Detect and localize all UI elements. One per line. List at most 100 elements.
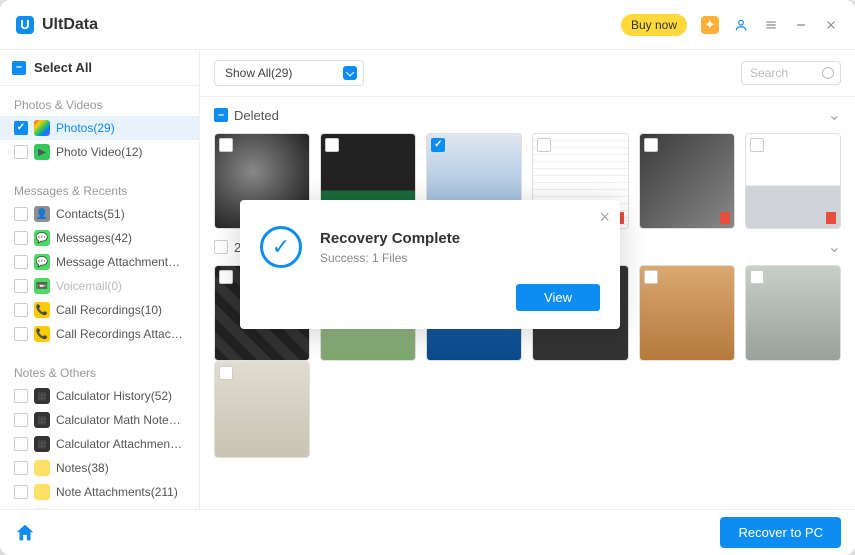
category-icon	[34, 484, 50, 500]
thumbnail-checkbox[interactable]	[219, 366, 233, 380]
thumbnail[interactable]	[745, 133, 841, 229]
titlebar-actions: Buy now ✦	[621, 14, 839, 36]
recovery-complete-dialog: × ✓ Recovery Complete Success: 1 Files V…	[240, 200, 620, 329]
category-icon: 📞	[34, 326, 50, 342]
select-all-label: Select All	[34, 60, 92, 75]
sidebar-item[interactable]: Note Attachments(211)	[0, 480, 199, 504]
sidebar-item-checkbox[interactable]	[14, 327, 28, 341]
thumbnail-checkbox[interactable]	[325, 138, 339, 152]
sidebar-item-label: Calculator Attachments(30)	[56, 437, 185, 451]
sidebar-item-checkbox[interactable]	[14, 485, 28, 499]
thumbnail-checkbox[interactable]	[644, 138, 658, 152]
close-button[interactable]	[823, 17, 839, 33]
sidebar-item-checkbox[interactable]	[14, 303, 28, 317]
category-icon: 💬	[34, 230, 50, 246]
category-icon: ▦	[34, 436, 50, 452]
dialog-close-button[interactable]: ×	[599, 208, 610, 226]
sidebar-item[interactable]: 👤 Contacts(51)	[0, 202, 199, 226]
thumbnail-checkbox[interactable]	[750, 138, 764, 152]
sidebar-item-label: Call Recordings Attachment...	[56, 327, 185, 341]
category-icon: 💬	[34, 254, 50, 270]
sidebar-item-label: Message Attachments(16)	[56, 255, 185, 269]
thumbnail-checkbox[interactable]	[537, 138, 551, 152]
sidebar-item-checkbox[interactable]	[14, 145, 28, 159]
chevron-down-icon[interactable]: ⌄	[828, 105, 841, 125]
sidebar-item-label: Voicemail(0)	[56, 279, 122, 293]
sidebar-item[interactable]: 💬 Message Attachments(16)	[0, 250, 199, 274]
sidebar-item[interactable]: ▦ Calculator Attachments(30)	[0, 432, 199, 456]
section-title: Deleted	[234, 108, 279, 123]
sidebar-item-label: Photos(29)	[56, 121, 115, 135]
thumbnail-grid	[214, 361, 841, 457]
search-input[interactable]: Search	[741, 61, 841, 85]
sidebar-item[interactable]: Photos(29)	[0, 116, 199, 140]
sidebar-item-label: Note Attachments(211)	[56, 485, 178, 499]
app-window: U UltData Buy now ✦ Select All	[0, 0, 855, 555]
minimize-button[interactable]	[793, 17, 809, 33]
sidebar-item[interactable]: Notes(38)	[0, 456, 199, 480]
deleted-badge-icon	[720, 212, 730, 224]
deleted-badge-icon	[826, 212, 836, 224]
sidebar-item-checkbox[interactable]	[14, 279, 28, 293]
category-icon	[34, 120, 50, 136]
sidebar-item-checkbox[interactable]	[14, 413, 28, 427]
home-button[interactable]	[14, 522, 36, 544]
titlebar: U UltData Buy now ✦	[0, 0, 855, 50]
sidebar-item-checkbox[interactable]	[14, 255, 28, 269]
section-header[interactable]: Deleted ⌄	[214, 97, 841, 133]
sidebar: Select All Photos & Videos Photos(29) ▶ Pho…	[0, 50, 200, 509]
sidebar-item[interactable]: 📼 Voicemail(0)	[0, 274, 199, 298]
sidebar-item-checkbox[interactable]	[14, 121, 28, 135]
select-all-checkbox[interactable]	[12, 61, 26, 75]
category-icon: ▶	[34, 144, 50, 160]
sidebar-item-checkbox[interactable]	[14, 389, 28, 403]
sidebar-item-label: Call Recordings(10)	[56, 303, 162, 317]
dialog-subtitle: Success: 1 Files	[320, 251, 460, 265]
category-icon: ▦	[34, 388, 50, 404]
menu-icon[interactable]	[763, 17, 779, 33]
thumbnail[interactable]	[639, 265, 735, 361]
view-button[interactable]: View	[516, 284, 600, 311]
thumbnail-checkbox[interactable]	[644, 270, 658, 284]
select-all-row[interactable]: Select All	[0, 50, 199, 86]
category-icon: 👤	[34, 206, 50, 222]
sidebar-group-header: Messages & Recents	[0, 180, 199, 202]
recover-button[interactable]: Recover to PC	[720, 517, 841, 548]
message-icon[interactable]: ✦	[701, 16, 719, 34]
sidebar-item-label: Photo Video(12)	[56, 145, 143, 159]
category-icon	[34, 460, 50, 476]
thumbnail-checkbox[interactable]	[431, 138, 445, 152]
category-icon: ▦	[34, 412, 50, 428]
thumbnail-checkbox[interactable]	[219, 270, 233, 284]
account-icon[interactable]	[733, 17, 749, 33]
buy-now-button[interactable]: Buy now	[621, 14, 687, 36]
sidebar-item[interactable]: 📞 Call Recordings Attachment...	[0, 322, 199, 346]
sidebar-item-checkbox[interactable]	[14, 437, 28, 451]
sidebar-item[interactable]: 📞Call Recordings(10)	[0, 298, 199, 322]
sidebar-item[interactable]: ▦Calculator History(52)	[0, 384, 199, 408]
category-icon: 📼	[34, 278, 50, 294]
thumbnail-checkbox[interactable]	[750, 270, 764, 284]
filter-dropdown[interactable]: Show All(29)	[214, 60, 364, 86]
thumbnail[interactable]	[639, 133, 735, 229]
sidebar-item-checkbox[interactable]	[14, 207, 28, 221]
sidebar-group-header: Photos & Videos	[0, 94, 199, 116]
filter-dropdown-label: Show All(29)	[225, 66, 292, 80]
sidebar-group-header: Notes & Others	[0, 362, 199, 384]
sidebar-item[interactable]: 💬Messages(42)	[0, 226, 199, 250]
sidebar-item-checkbox[interactable]	[14, 231, 28, 245]
sidebar-item-label: Contacts(51)	[56, 207, 125, 221]
sidebar-item[interactable]: ▦Calculator Math Notes(6)	[0, 408, 199, 432]
section-checkbox[interactable]	[214, 240, 228, 254]
dialog-title: Recovery Complete	[320, 230, 460, 247]
chevron-down-icon[interactable]: ⌄	[828, 237, 841, 257]
section-checkbox[interactable]	[214, 108, 228, 122]
sidebar-item-checkbox[interactable]	[14, 461, 28, 475]
app-title: UltData	[42, 16, 98, 34]
search-placeholder: Search	[750, 66, 788, 80]
thumbnail-checkbox[interactable]	[219, 138, 233, 152]
app-logo-icon: U	[16, 16, 34, 34]
thumbnail[interactable]	[745, 265, 841, 361]
thumbnail[interactable]	[214, 361, 310, 457]
sidebar-item[interactable]: ▶ Photo Video(12)	[0, 140, 199, 164]
